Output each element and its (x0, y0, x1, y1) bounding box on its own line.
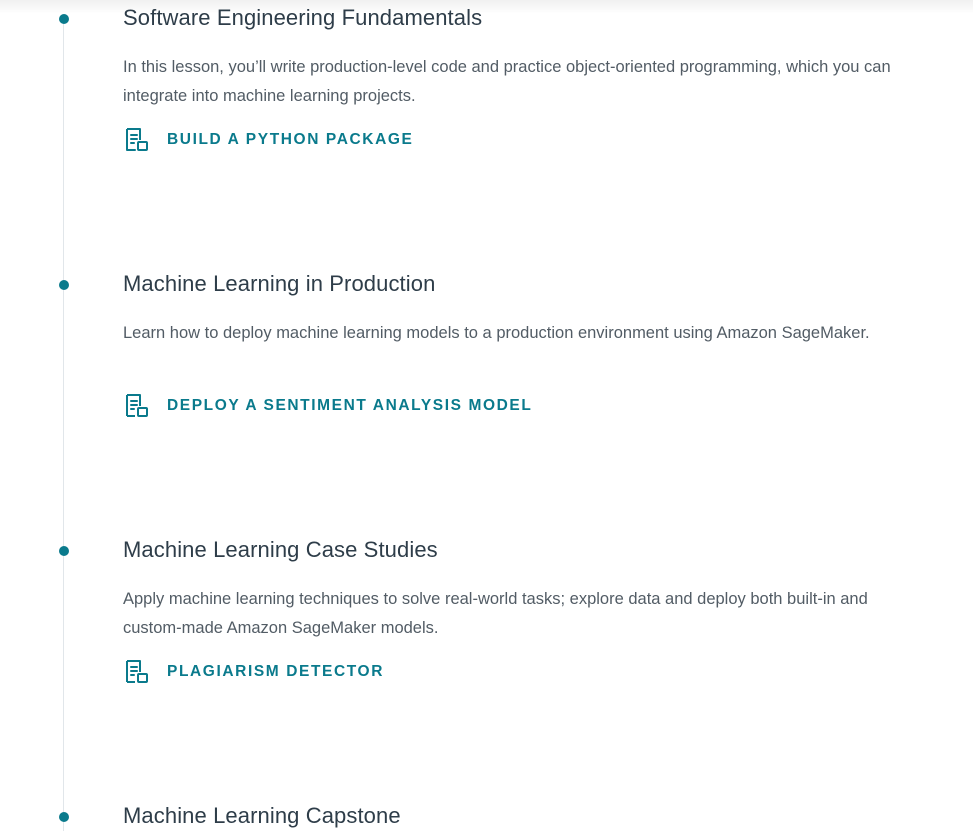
lesson-description: In this lesson, you’ll write production-… (123, 58, 891, 105)
lesson-description: Apply machine learning techniques to sol… (123, 590, 868, 637)
lesson-description: Learn how to deploy machine learning mod… (123, 324, 870, 342)
project-label: DEPLOY A SENTIMENT ANALYSIS MODEL (167, 397, 533, 414)
project-document-icon (123, 659, 151, 685)
lesson-title: Machine Learning Case Studies (123, 537, 438, 562)
project-label: BUILD A PYTHON PACKAGE (167, 131, 414, 148)
project-document-icon (123, 393, 151, 419)
syllabus-timeline: Software Engineering Fundamentals In thi… (0, 0, 973, 831)
project-link-build-python-package[interactable]: BUILD A PYTHON PACKAGE (123, 127, 413, 153)
timeline-dot-icon (59, 546, 69, 556)
lesson-title: Machine Learning Capstone (123, 803, 401, 828)
project-link-deploy-sentiment-analysis[interactable]: DEPLOY A SENTIMENT ANALYSIS MODEL (123, 393, 532, 419)
project-document-icon (123, 127, 151, 153)
timeline-line (63, 18, 64, 831)
timeline-dot-icon (59, 812, 69, 822)
lesson-title: Software Engineering Fundamentals (123, 5, 483, 30)
timeline-dot-icon (59, 14, 69, 24)
lesson-title: Machine Learning in Production (123, 271, 436, 296)
project-link-plagiarism-detector[interactable]: PLAGIARISM DETECTOR (123, 659, 384, 685)
timeline-dot-icon (59, 280, 69, 290)
project-label: PLAGIARISM DETECTOR (167, 663, 384, 680)
